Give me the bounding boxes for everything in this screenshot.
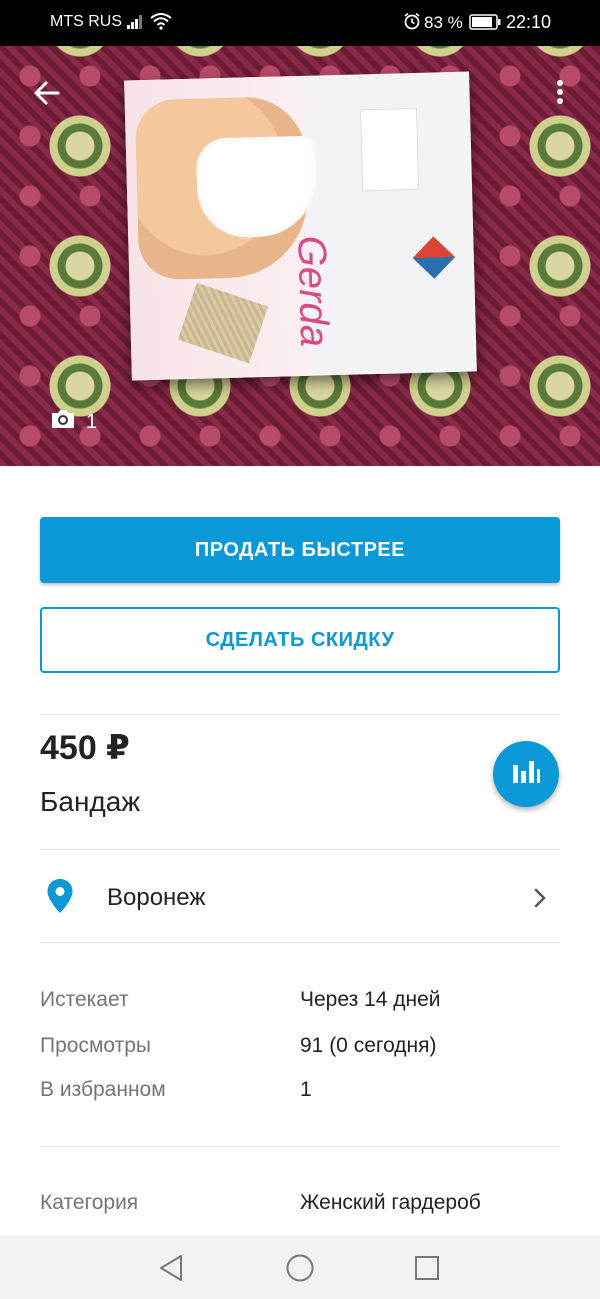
info-label: В избранном [40, 1078, 166, 1101]
listing-title: Бандаж [40, 786, 141, 817]
divider [40, 942, 560, 943]
info-value: 1 [300, 1078, 312, 1101]
stats-button[interactable] [493, 741, 559, 807]
system-nav-bar [0, 1235, 600, 1299]
location-pin-icon [46, 878, 74, 919]
location-city: Воронеж [107, 884, 206, 911]
make-discount-button[interactable]: СДЕЛАТЬ СКИДКУ [40, 607, 560, 673]
info-value: Через 14 дней [300, 988, 441, 1011]
info-value: 91 (0 сегодня) [300, 1034, 437, 1057]
listing-photo[interactable]: Gerda [0, 46, 600, 466]
info-label: Истекает [40, 988, 129, 1011]
brand-logo [412, 236, 456, 279]
photo-counter: 1 [50, 408, 97, 436]
location-row[interactable]: Воронеж [40, 866, 560, 930]
divider [40, 714, 560, 715]
chevron-right-icon [532, 886, 548, 915]
clock: 22:10 [506, 12, 552, 32]
product-box-image: Gerda [124, 71, 477, 381]
more-vertical-icon[interactable] [550, 76, 570, 110]
back-arrow-icon[interactable] [30, 76, 64, 110]
battery-icon [469, 14, 501, 35]
battery-percent: 83 % [424, 13, 463, 32]
nav-home-icon[interactable] [285, 1253, 315, 1288]
sell-faster-button[interactable]: ПРОДАТЬ БЫСТРЕЕ [40, 517, 560, 583]
wifi-icon [150, 12, 172, 35]
box-brand-text: Gerda [289, 235, 337, 348]
carrier-name: MTS RUS [50, 13, 122, 30]
category-value: Женский гардероб [300, 1191, 481, 1214]
info-label: Просмотры [40, 1034, 151, 1057]
bar-chart-icon [511, 759, 541, 790]
category-label: Категория [40, 1191, 139, 1214]
divider [40, 849, 560, 850]
alarm-icon [403, 12, 421, 35]
listing-price: 450 ₽ [40, 729, 130, 767]
nav-recents-icon[interactable] [413, 1253, 441, 1288]
status-bar: MTS RUS 83 % 22:10 [0, 0, 600, 46]
nav-back-icon[interactable] [157, 1253, 185, 1288]
camera-icon [50, 408, 76, 436]
signal-icon [126, 13, 144, 34]
divider [40, 1146, 560, 1147]
photo-count: 1 [86, 410, 98, 433]
